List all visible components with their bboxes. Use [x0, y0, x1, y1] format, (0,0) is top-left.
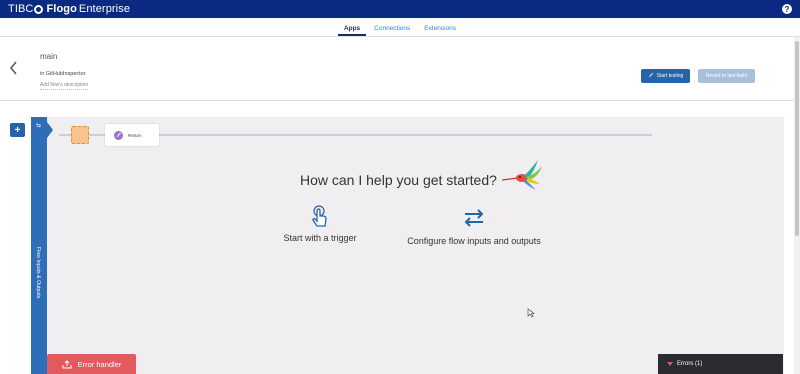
add-trigger-button[interactable]: + — [10, 123, 25, 137]
brand-product: Flogo — [46, 3, 77, 15]
configure-io-option[interactable]: Configure flow inputs and outputs — [400, 208, 548, 246]
brand-suffix: Enterprise — [78, 3, 131, 15]
exchange-icon — [464, 209, 484, 227]
rocket-icon — [648, 72, 654, 80]
start-testing-label: Start testing — [656, 73, 684, 79]
help-title: How can I help you get started? — [300, 172, 497, 188]
tibco-logo-icon — [34, 4, 44, 14]
flow-header: main in GitHubInspector Add flow's descr… — [0, 37, 800, 101]
back-arrow-icon[interactable] — [9, 61, 18, 78]
error-handler-label: Error handler — [77, 359, 122, 369]
revert-button[interactable]: Revert to last build — [698, 69, 755, 83]
export-icon — [62, 359, 72, 368]
errors-label: Errors (1) — [677, 361, 703, 367]
caret-down-icon — [667, 362, 673, 366]
brand-prefix: TIBC — [8, 3, 34, 15]
mouse-cursor-icon — [527, 308, 535, 318]
start-with-trigger-option[interactable]: Start with a trigger — [280, 205, 360, 243]
error-handler-tab[interactable]: Error handler — [47, 354, 136, 374]
start-testing-button[interactable]: Start testing — [641, 69, 690, 83]
hummingbird-icon — [501, 160, 542, 190]
return-label: Return — [128, 132, 142, 138]
io-option-label: Configure flow inputs and outputs — [407, 236, 541, 246]
swap-arrows-icon: ⇆ — [36, 123, 42, 129]
flow-app-line: in GitHubInspector — [40, 71, 86, 77]
brand: TIBC Flogo Enterprise — [0, 3, 130, 15]
trigger-option-label: Start with a trigger — [283, 233, 357, 243]
panel-notch — [47, 122, 53, 138]
flow-io-label: Flow Inputs & Outputs — [35, 247, 41, 299]
help-icon[interactable]: ? — [782, 4, 792, 14]
errors-panel[interactable]: Errors (1) — [658, 354, 783, 374]
flow-io-panel-toggle[interactable]: Flow Inputs & Outputs — [31, 117, 53, 374]
tab-extensions[interactable]: Extensions — [418, 25, 462, 36]
tab-apps[interactable]: Apps — [337, 25, 367, 36]
tab-connections[interactable]: Connections — [368, 25, 416, 36]
flow-name[interactable]: main — [40, 52, 57, 61]
main-tabs: Apps Connections Extensions — [0, 18, 800, 37]
tap-hand-icon — [312, 205, 327, 227]
scrollbar-thumb[interactable] — [795, 41, 799, 236]
flow-description-field[interactable]: Add flow's description — [40, 82, 89, 90]
return-icon — [114, 130, 123, 140]
top-bar: TIBC Flogo Enterprise ? — [0, 0, 800, 18]
trigger-placeholder[interactable] — [71, 126, 89, 144]
return-activity-tile[interactable]: Return — [105, 124, 159, 146]
